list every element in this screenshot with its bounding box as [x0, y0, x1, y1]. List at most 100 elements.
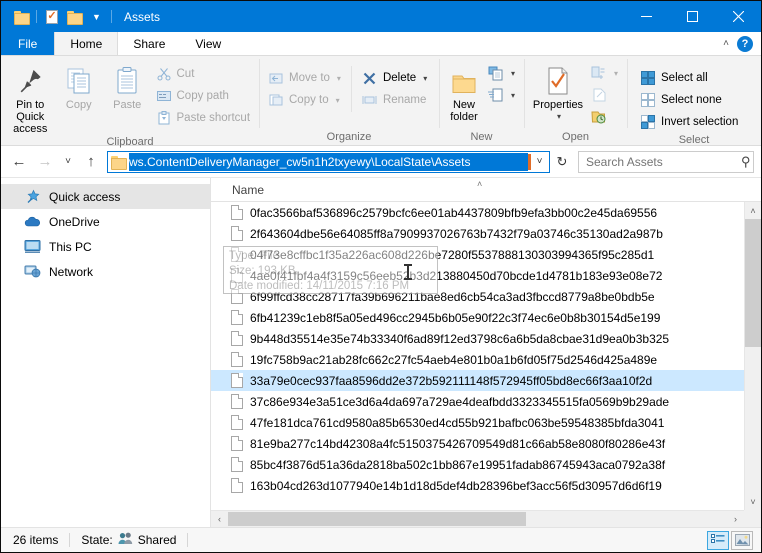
- horizontal-scrollbar[interactable]: ‹ ›: [211, 510, 744, 527]
- table-row[interactable]: 6fb41239c1eb8f5a05ed496cc2945b6b05e90f22…: [211, 307, 761, 328]
- table-row[interactable]: 37c86e934e3a51ce3d6a4da697a729ae4deafbdd…: [211, 391, 761, 412]
- history-icon: [591, 109, 607, 125]
- paste-button[interactable]: Paste: [103, 60, 152, 111]
- scroll-right-button[interactable]: ›: [727, 514, 744, 524]
- search-input[interactable]: [586, 154, 741, 169]
- move-to-button[interactable]: Move to ▾: [264, 67, 345, 89]
- refresh-button[interactable]: ↻: [550, 150, 574, 174]
- move-to-caret-icon[interactable]: ▾: [337, 74, 341, 83]
- delete-caret-icon[interactable]: ▾: [423, 74, 427, 83]
- up-button[interactable]: ↑: [78, 150, 104, 174]
- address-input[interactable]: ws.ContentDeliveryManager_cw5n1h2txyewy\…: [107, 150, 550, 173]
- table-row[interactable]: 163b04cd263d1077940e14b1d18d5def4db28396…: [211, 475, 761, 496]
- address-dropdown-icon[interactable]: ˅: [531, 156, 548, 167]
- new-item-caret-icon[interactable]: ▾: [511, 69, 515, 78]
- easy-access-button[interactable]: ▾: [484, 84, 519, 106]
- select-all-button[interactable]: Select all: [636, 67, 742, 89]
- pin-to-quick-access-button[interactable]: Pin to Quick access: [6, 60, 55, 135]
- tab-file[interactable]: File: [1, 32, 55, 55]
- easy-access-caret-icon[interactable]: ▾: [511, 91, 515, 100]
- open-with-caret-icon[interactable]: ▾: [614, 69, 618, 78]
- scroll-left-button[interactable]: ‹: [211, 514, 228, 524]
- copy-to-caret-icon[interactable]: ▾: [336, 96, 340, 105]
- forward-button[interactable]: →: [32, 150, 58, 174]
- file-name: 47fe181dca761cd9580a85b6530ed4cd55b921ba…: [250, 415, 665, 430]
- sidebar-item-onedrive[interactable]: OneDrive: [1, 209, 210, 234]
- scrollbar-corner: [744, 510, 761, 527]
- properties-caret-icon[interactable]: ▾: [557, 111, 561, 123]
- group-label-organize: Organize: [326, 131, 372, 143]
- search-icon[interactable]: ⚲: [741, 154, 751, 170]
- file-name: 6f99ffcd38cc28717fa39b696211bae8ed6cb54c…: [250, 289, 655, 304]
- new-folder-button[interactable]: New folder: [444, 60, 484, 123]
- properties-button[interactable]: Properties ▾: [529, 60, 587, 123]
- table-row[interactable]: 0fac3566baf536896c2579bcfc6ee01ab4437809…: [211, 202, 761, 223]
- table-row[interactable]: 81e9ba277c14bd42308a4fc5150375426709549d…: [211, 433, 761, 454]
- search-box[interactable]: ⚲: [578, 150, 754, 173]
- large-icons-view-button[interactable]: [731, 530, 753, 550]
- file-rows: 0fac3566baf536896c2579bcfc6ee01ab4437809…: [211, 202, 761, 527]
- file-name: 33a79e0cec937faa8596dd2e372b592111148f57…: [250, 373, 653, 388]
- copy-to-button[interactable]: Copy to ▾: [264, 89, 345, 111]
- group-label-select: Select: [678, 134, 710, 146]
- file-icon: [231, 268, 243, 283]
- select-none-button[interactable]: Select none: [636, 89, 742, 111]
- table-row[interactable]: 04f73e8cffbc1f35a226ac608d226be7280f5537…: [211, 244, 761, 265]
- minimize-button[interactable]: [623, 1, 669, 32]
- address-path-text[interactable]: ws.ContentDeliveryManager_cw5n1h2txyewy\…: [129, 152, 528, 171]
- open-with-button[interactable]: ▾: [587, 62, 622, 84]
- recent-locations-button[interactable]: ˅: [58, 150, 78, 174]
- edit-button[interactable]: [587, 84, 622, 106]
- scroll-down-button[interactable]: ˅: [745, 493, 761, 510]
- table-row-selected[interactable]: 33a79e0cec937faa8596dd2e372b592111148f57…: [211, 370, 761, 391]
- copy-path-label: Copy path: [176, 90, 229, 102]
- history-button[interactable]: [587, 106, 622, 128]
- tab-view[interactable]: View: [180, 32, 236, 55]
- help-icon[interactable]: ?: [737, 35, 753, 52]
- copy-button[interactable]: Copy: [55, 60, 104, 111]
- table-row[interactable]: 19fc758b9ac21ab28fc662c27fc54aeb4e801b0a…: [211, 349, 761, 370]
- customize-dropdown-icon[interactable]: ▼: [85, 7, 107, 27]
- new-item-button[interactable]: ▾: [484, 62, 519, 84]
- table-row[interactable]: 6f99ffcd38cc28717fa39b696211bae8ed6cb54c…: [211, 286, 761, 307]
- sidebar-item-network[interactable]: Network: [1, 259, 210, 284]
- details-view-button[interactable]: [707, 530, 729, 550]
- file-name: 81e9ba277c14bd42308a4fc5150375426709549d…: [250, 436, 666, 451]
- table-row[interactable]: 9b448d35514e35e74b33340f6ad89f12ed3798c6…: [211, 328, 761, 349]
- rename-label: Rename: [382, 94, 427, 106]
- table-row[interactable]: 2f643604dbe56e64085ff8a7909937026763b743…: [211, 223, 761, 244]
- navigation-pane: Quick access OneDrive This PC Network: [1, 178, 211, 527]
- collapse-ribbon-icon[interactable]: ˄: [723, 38, 729, 49]
- copy-to-icon: [268, 92, 284, 108]
- vertical-scrollbar[interactable]: ˄ ˅: [744, 202, 761, 510]
- status-bar: 26 items State: Shared: [1, 527, 761, 552]
- maximize-button[interactable]: [669, 1, 715, 32]
- ribbon-tab-bar: File Home Share View ˄ ?: [1, 32, 761, 56]
- file-explorer-window: ✓ ▼ Assets File Home Share View ˄ ? Pin …: [0, 0, 762, 553]
- select-all-icon: [640, 70, 656, 86]
- table-row[interactable]: 85bc4f3876d51a36da2818ba502c1bb867e19951…: [211, 454, 761, 475]
- close-button[interactable]: [715, 1, 761, 32]
- checkmark-properties-icon[interactable]: ✓: [41, 7, 63, 27]
- back-button[interactable]: ←: [6, 150, 32, 174]
- cut-button[interactable]: Cut: [152, 63, 255, 85]
- column-header-name[interactable]: Name: [211, 183, 264, 197]
- table-row[interactable]: 47fe181dca761cd9580a85b6530ed4cd55b921ba…: [211, 412, 761, 433]
- scroll-up-button[interactable]: ˄: [745, 202, 761, 219]
- tab-share[interactable]: Share: [118, 32, 180, 55]
- paste-shortcut-button[interactable]: Paste shortcut: [152, 107, 255, 129]
- delete-button[interactable]: Delete ▾: [358, 67, 431, 89]
- copy-path-icon: [156, 88, 172, 104]
- rename-button[interactable]: Rename: [358, 89, 431, 111]
- tab-home[interactable]: Home: [54, 32, 119, 55]
- horizontal-scroll-thumb[interactable]: [228, 512, 526, 526]
- status-divider-1: [69, 533, 71, 547]
- copy-path-button[interactable]: Copy path: [152, 85, 255, 107]
- new-folder-icon[interactable]: [63, 7, 85, 27]
- sidebar-item-quick-access[interactable]: Quick access: [1, 184, 210, 209]
- vertical-scroll-thumb[interactable]: [745, 219, 761, 347]
- sidebar-item-this-pc[interactable]: This PC: [1, 234, 210, 259]
- folder-properties-icon[interactable]: [10, 7, 32, 27]
- table-row[interactable]: 4ae0f41fbf4a4f3159c56eeb52b3d213880450d7…: [211, 265, 761, 286]
- invert-selection-button[interactable]: Invert selection: [636, 111, 742, 133]
